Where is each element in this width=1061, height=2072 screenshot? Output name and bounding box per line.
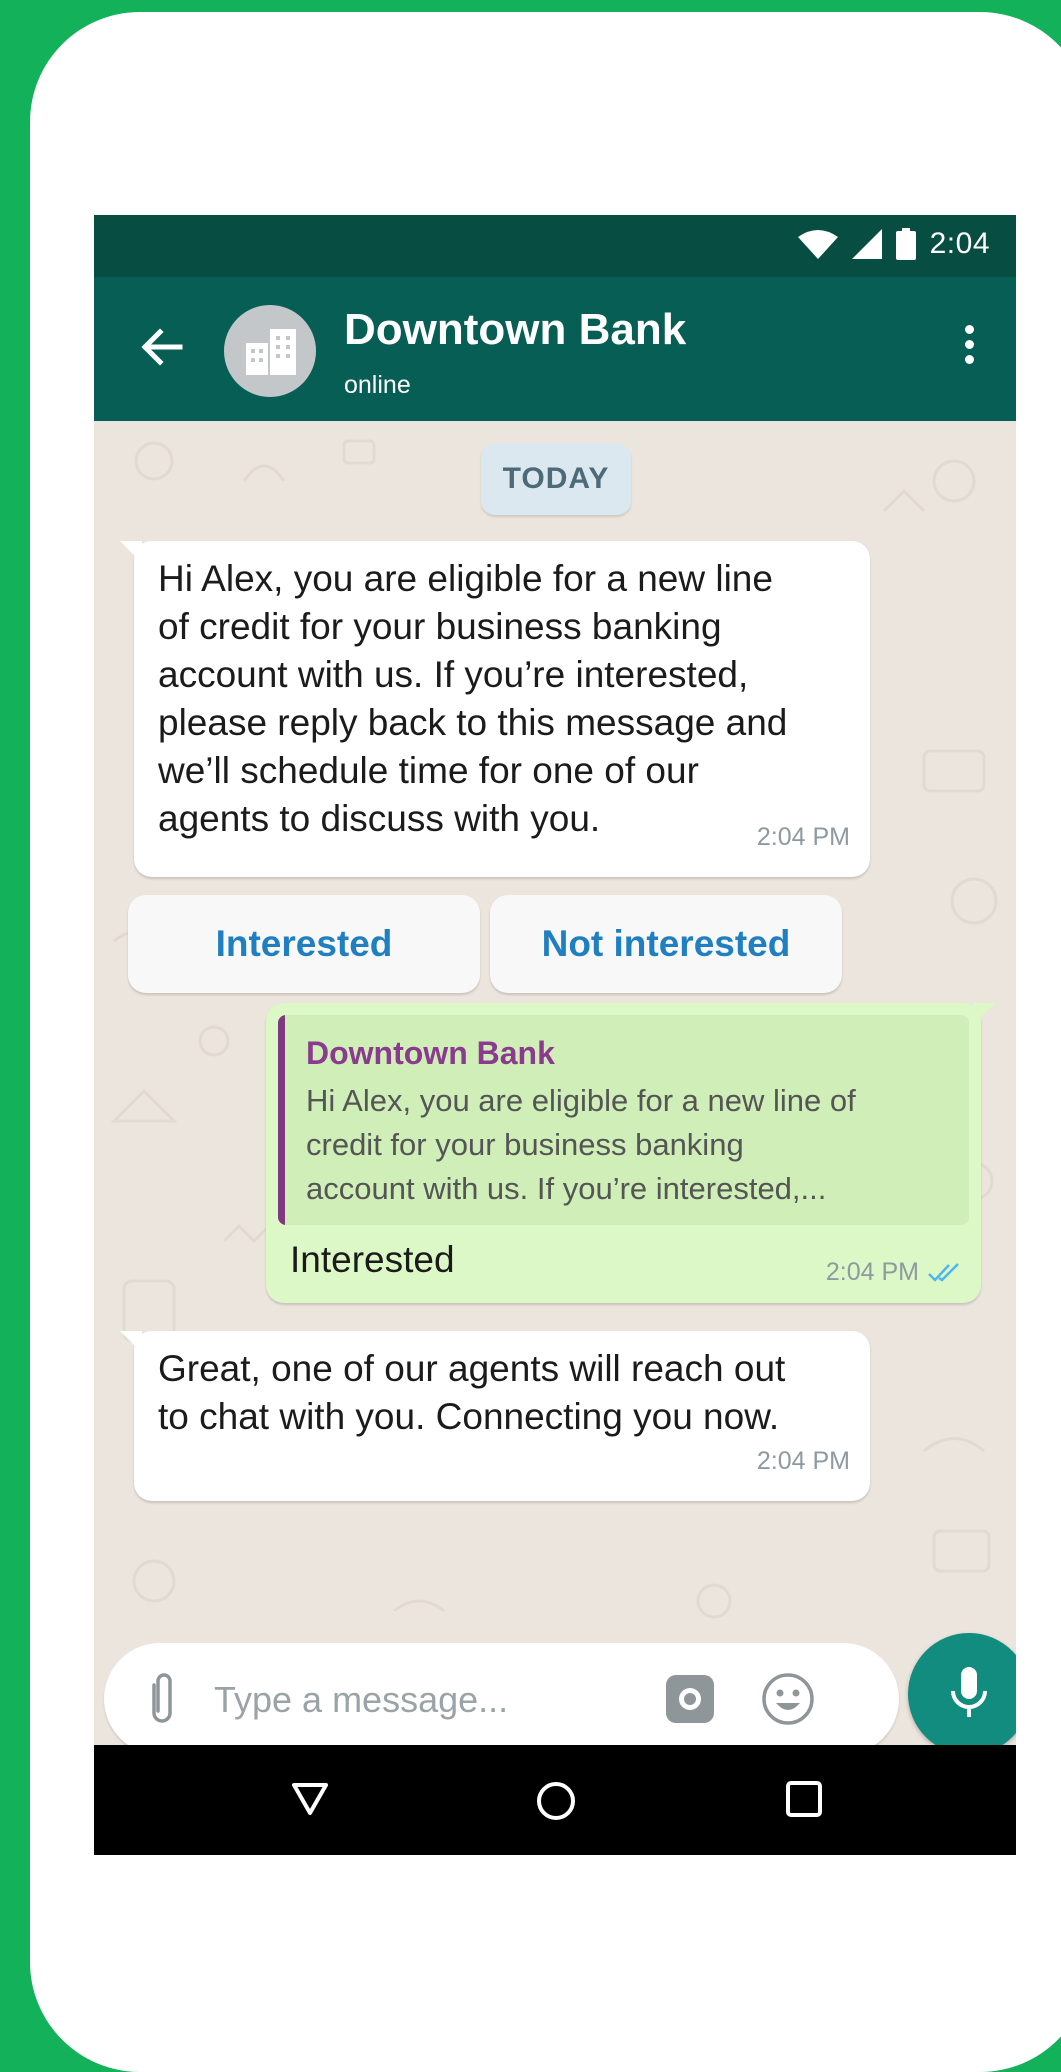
double-check-icon bbox=[928, 1262, 959, 1282]
nav-back-icon[interactable] bbox=[290, 1779, 330, 1819]
nav-recents-icon[interactable] bbox=[784, 1779, 824, 1819]
voice-record-button[interactable] bbox=[908, 1633, 1016, 1755]
incoming-message[interactable]: Hi Alex, you are eligible for a new line… bbox=[120, 541, 870, 877]
message-time: 2:04 PM bbox=[756, 823, 850, 851]
message-input[interactable]: Type a message... bbox=[104, 1643, 899, 1755]
message-time: 2:04 PM bbox=[825, 1258, 919, 1286]
camera-icon[interactable] bbox=[666, 1675, 714, 1723]
microphone-icon bbox=[951, 1667, 987, 1717]
emoji-icon[interactable] bbox=[760, 1671, 816, 1727]
quick-reply-interested[interactable]: Interested bbox=[128, 895, 480, 993]
status-time: 2:04 bbox=[929, 227, 990, 260]
quoted-message[interactable]: Downtown Bank Hi Alex, you are eligible … bbox=[278, 1015, 969, 1225]
quote-bar bbox=[278, 1015, 285, 1225]
outgoing-message[interactable]: Downtown Bank Hi Alex, you are eligible … bbox=[266, 1003, 995, 1303]
message-text: Interested bbox=[290, 1239, 455, 1280]
chat-title[interactable]: Downtown Bank bbox=[344, 305, 686, 355]
status-bar: 2:04 bbox=[94, 215, 1016, 277]
chat-status: online bbox=[344, 371, 411, 399]
battery-icon bbox=[895, 228, 916, 260]
message-placeholder: Type a message... bbox=[214, 1679, 509, 1720]
quick-reply-not-interested[interactable]: Not interested bbox=[490, 895, 842, 993]
chat-header: Downtown Bank online bbox=[94, 277, 1016, 421]
phone-screen: 2:04 Downtown Bank online TODAY Hi Alex,… bbox=[94, 215, 1016, 1855]
message-text: Hi Alex, you are eligible for a new line… bbox=[158, 558, 788, 839]
date-divider: TODAY bbox=[481, 443, 631, 515]
signal-icon bbox=[851, 229, 882, 259]
chat-area[interactable]: TODAY Hi Alex, you are eligible for a ne… bbox=[94, 421, 1016, 1641]
wifi-icon bbox=[797, 230, 838, 259]
message-time: 2:04 PM bbox=[756, 1447, 850, 1475]
paperclip-icon[interactable] bbox=[144, 1671, 180, 1727]
system-nav-bar bbox=[94, 1745, 1016, 1855]
incoming-message[interactable]: Great, one of our agents will reach out … bbox=[120, 1331, 870, 1501]
quoted-text: Hi Alex, you are eligible for a new line… bbox=[306, 1083, 856, 1206]
avatar[interactable] bbox=[224, 305, 316, 397]
back-arrow-icon[interactable] bbox=[136, 321, 188, 373]
message-meta: 2:04 PM bbox=[826, 1258, 961, 1287]
nav-home-icon[interactable] bbox=[534, 1779, 578, 1823]
quoted-sender: Downtown Bank bbox=[306, 1035, 555, 1071]
message-text: Great, one of our agents will reach out … bbox=[158, 1348, 786, 1437]
bank-building-icon bbox=[246, 329, 296, 375]
more-vert-icon[interactable] bbox=[962, 325, 976, 375]
